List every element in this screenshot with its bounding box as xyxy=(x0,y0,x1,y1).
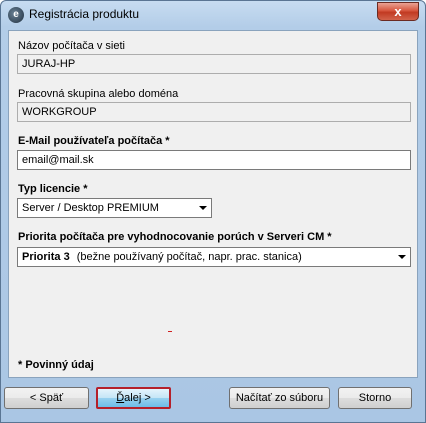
close-button[interactable]: x xyxy=(377,2,419,21)
dialog-body: Názov počítača v sieti JURAJ-HP Pracovná… xyxy=(8,30,418,378)
red-dot xyxy=(168,331,172,332)
license-label: Typ licencie * xyxy=(18,183,88,195)
button-bar: < Späť Ďalej > Načítať zo súboru Storno xyxy=(1,378,425,422)
next-button[interactable]: Ďalej > xyxy=(96,387,171,409)
back-button[interactable]: < Späť xyxy=(4,387,89,409)
next-button-label: alej > xyxy=(124,392,151,404)
computer-name-label: Názov počítača v sieti xyxy=(18,40,125,52)
next-button-accelerator: Ď xyxy=(116,392,125,404)
cancel-button[interactable]: Storno xyxy=(338,387,412,409)
email-label: E-Mail používateľa počítača * xyxy=(18,135,170,147)
priority-selected-name: Priorita 3 xyxy=(22,251,70,263)
chevron-down-icon xyxy=(199,206,207,210)
computer-name-field: JURAJ-HP xyxy=(17,54,411,74)
registration-dialog: e Registrácia produktu x Názov počítača … xyxy=(0,0,426,423)
required-note: * Povinný údaj xyxy=(18,359,94,371)
license-select[interactable]: Server / Desktop PREMIUM xyxy=(17,198,212,218)
priority-select[interactable]: Priorita 3 (bežne používaný počítač, nap… xyxy=(17,247,411,267)
email-input[interactable]: email@mail.sk xyxy=(17,150,411,170)
window-title: Registrácia produktu xyxy=(29,7,140,21)
priority-label: Priorita počítača pre vyhodnocovanie por… xyxy=(18,231,332,243)
license-selected-value: Server / Desktop PREMIUM xyxy=(22,202,159,214)
workgroup-field: WORKGROUP xyxy=(17,102,411,122)
priority-selected-description: (bežne používaný počítač, napr. prac. st… xyxy=(76,251,302,263)
load-from-file-button[interactable]: Načítať zo súboru xyxy=(229,387,330,409)
chevron-down-icon xyxy=(398,255,406,259)
app-icon: e xyxy=(8,7,24,23)
workgroup-label: Pracovná skupina alebo doména xyxy=(18,88,179,100)
title-bar: e Registrácia produktu x xyxy=(1,1,425,29)
